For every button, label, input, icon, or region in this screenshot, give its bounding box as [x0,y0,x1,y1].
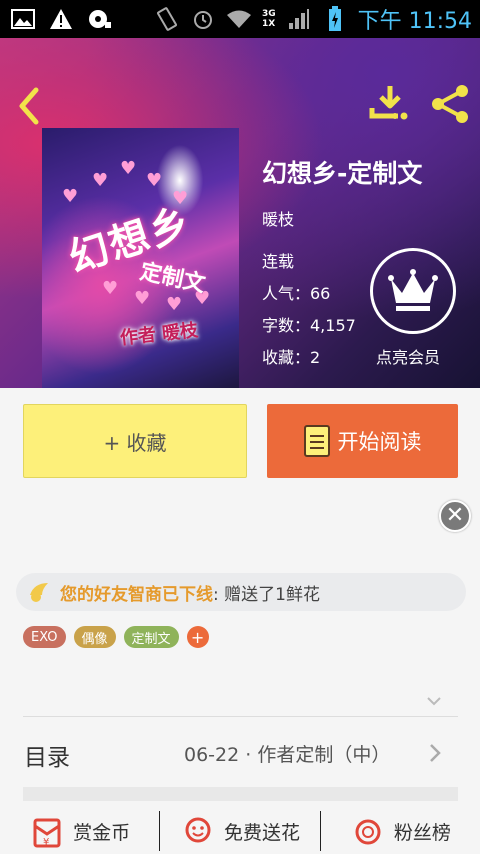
vibrate-icon [154,7,180,31]
word-count-stat: 字数：4,157 [262,316,356,335]
fans-ranking-button[interactable]: 粉丝榜 [321,808,480,854]
toc-label[interactable]: 目录 [24,738,70,772]
reward-coins-label: 赏金币 [73,821,131,844]
heart-decoration: ♥ [146,170,163,191]
tag-list: EXO 偶像 定制文 + [23,626,209,648]
share-button[interactable] [428,84,472,124]
wifi-icon [226,7,252,31]
add-tag-button[interactable]: + [186,626,209,648]
image-icon [10,7,36,31]
start-reading-label: 开始阅读 [337,430,422,454]
chevron-right-icon[interactable] [428,742,442,764]
back-button[interactable] [12,86,48,126]
heart-decoration: ♥ [62,186,79,207]
divider [23,716,458,717]
heart-decoration: ♥ [92,170,109,191]
notice-highlight: 您的好友智商已下线 [60,584,213,605]
download-status-icon [86,7,112,31]
vip-button[interactable] [370,248,456,334]
battery-icon [322,6,348,31]
book-header: ♥ ♥ ♥ ♥ ♥ ♥ ♥ ♥ ♥ 幻想乡 定制文 作者 暖枝 幻想乡-定制文 … [0,38,480,388]
latest-chapter[interactable]: 06-22 · 作者定制（中） [184,740,390,767]
heart-decoration: ♥ [134,288,151,309]
book-author[interactable]: 暖枝 [262,206,294,230]
tag-custom[interactable]: 定制文 [123,626,179,648]
chevron-left-icon [19,87,39,125]
download-button[interactable] [368,84,412,124]
heart-decoration: ♥ [102,278,119,299]
start-reading-button[interactable]: 开始阅读 [267,404,458,478]
bottom-action-bar: ¥ 赏金币 免费送花 粉丝榜 [0,808,480,854]
svg-text:¥: ¥ [43,837,49,848]
clock: 下午 11:54 [357,9,472,34]
book-cover[interactable]: ♥ ♥ ♥ ♥ ♥ ♥ ♥ ♥ ♥ 幻想乡 定制文 作者 暖枝 [42,128,239,388]
favorites-stat: 收藏：2 [262,348,321,367]
share-icon [432,85,468,123]
book-status: 连载 [262,252,295,271]
book-icon [303,425,330,457]
warning-icon [48,7,74,31]
close-button[interactable]: ✕ [439,500,471,532]
send-flowers-button[interactable]: 免费送花 [160,808,319,854]
book-title: 幻想乡-定制文 [262,159,423,188]
tag-idol[interactable]: 偶像 [73,626,116,648]
download-icon [369,86,408,120]
flower-icon [180,813,216,849]
heart-decoration: ♥ [166,294,183,315]
reward-coins-button[interactable]: ¥ 赏金币 [0,808,159,854]
vip-label[interactable]: 点亮会员 [376,344,440,368]
plus-icon: + [190,627,205,647]
signal-icon [286,7,312,31]
medal-icon [350,813,386,849]
popularity-stat: 人气：66 [262,284,331,303]
fans-ranking-label: 粉丝榜 [393,821,451,844]
section-separator [23,787,458,801]
network-type: 3G 1X [261,9,276,29]
cover-author-art: 作者 暖枝 [119,319,200,350]
collect-button[interactable]: + 收藏 [23,404,247,478]
megaphone-icon [30,583,48,602]
send-flowers-label: 免费送花 [223,821,300,844]
heart-decoration: ♥ [120,158,137,179]
chevron-down-icon[interactable] [426,693,442,709]
gift-notice[interactable]: 您的好友智商已下线: 赠送了1鲜花 [16,573,466,611]
close-icon: ✕ [445,503,465,528]
status-bar: 3G 1X 下午 11:54 [0,0,480,38]
red-envelope-icon: ¥ [29,813,65,849]
crown-icon [388,269,438,311]
tag-exo[interactable]: EXO [23,626,66,648]
notice-text: : 赠送了1鲜花 [213,584,320,605]
alarm-icon [190,7,216,31]
